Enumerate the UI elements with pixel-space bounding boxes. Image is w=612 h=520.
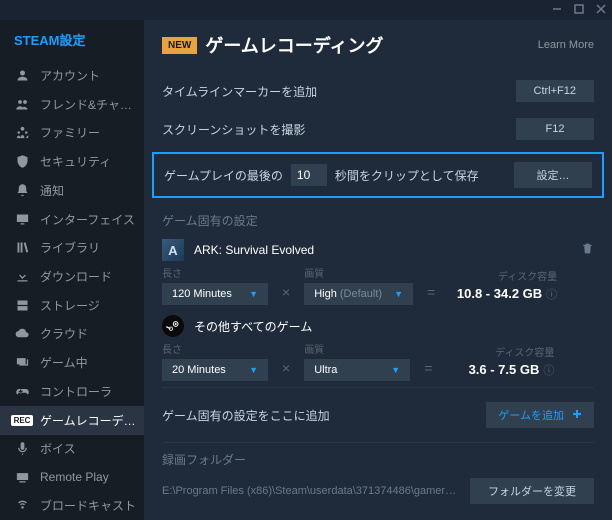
- sidebar: STEAM設定 アカウント フレンド&チャ… ファミリー セキュリティ 通知 イ…: [0, 20, 144, 520]
- rec-icon: REC: [14, 412, 30, 428]
- game-specific-title: ゲーム固有の設定: [162, 212, 594, 229]
- game-row-ark: A ARK: Survival Evolved 長さ 120 Minutes▼ …: [162, 239, 594, 305]
- ark-length-dropdown[interactable]: 120 Minutes▼: [162, 283, 268, 305]
- chevron-down-icon: ▼: [249, 365, 258, 375]
- clip-pre-label: ゲームプレイの最後の: [164, 167, 283, 184]
- length-label: 長さ: [162, 265, 268, 280]
- game-name: ARK: Survival Evolved: [194, 243, 571, 257]
- equals-icon: =: [424, 346, 432, 376]
- sidebar-item-security[interactable]: セキュリティ: [0, 147, 144, 176]
- ark-disk-value: 10.8 - 34.2 GB: [457, 286, 542, 301]
- library-icon: [14, 240, 30, 256]
- game-row-others: その他すべてのゲーム 長さ 20 Minutes▼ × 画質 Ultra▼ = …: [162, 315, 594, 381]
- sidebar-item-friends[interactable]: フレンド&チャ…: [0, 90, 144, 119]
- add-game-label: ゲーム固有の設定をここに追加: [162, 407, 330, 424]
- learn-more-link[interactable]: Learn More: [538, 39, 594, 51]
- chevron-down-icon: ▼: [391, 365, 400, 375]
- sidebar-item-cloud[interactable]: クラウド: [0, 320, 144, 349]
- screenshot-row: スクリーンショットを撮影 F12: [162, 110, 594, 148]
- sidebar-item-account[interactable]: アカウント: [0, 61, 144, 90]
- quality-label: 画質: [304, 341, 410, 356]
- sidebar-item-voice[interactable]: ボイス: [0, 435, 144, 464]
- delete-game-button[interactable]: [581, 242, 594, 258]
- sidebar-item-library[interactable]: ライブラリ: [0, 233, 144, 262]
- user-icon: [14, 67, 30, 83]
- sidebar-item-downloads[interactable]: ダウンロード: [0, 262, 144, 291]
- length-label: 長さ: [162, 341, 268, 356]
- mic-icon: [14, 441, 30, 457]
- new-badge: NEW: [162, 37, 197, 54]
- family-icon: [14, 125, 30, 141]
- chevron-down-icon: ▼: [394, 289, 403, 299]
- app-title: STEAM設定: [0, 24, 144, 61]
- cloud-icon: [14, 326, 30, 342]
- bell-icon: [14, 182, 30, 198]
- clip-settings-button[interactable]: 設定…: [514, 162, 592, 188]
- divider: [162, 387, 594, 388]
- quality-label: 画質: [304, 265, 413, 280]
- ark-quality-dropdown[interactable]: High (Default)▼: [304, 283, 413, 305]
- others-disk-value: 3.6 - 7.5 GB: [469, 362, 540, 377]
- timeline-marker-hotkey[interactable]: Ctrl+F12: [516, 80, 595, 102]
- ark-logo-icon: A: [162, 239, 184, 261]
- clip-post-label: 秒間をクリップとして保存: [335, 167, 479, 184]
- sidebar-item-storage[interactable]: ストレージ: [0, 291, 144, 320]
- friends-icon: [14, 96, 30, 112]
- sidebar-item-broadcast[interactable]: ブロードキャスト: [0, 491, 144, 520]
- sidebar-item-controller[interactable]: コントローラ: [0, 377, 144, 406]
- info-icon[interactable]: ⓘ: [543, 365, 554, 377]
- sidebar-item-interface[interactable]: インターフェイス: [0, 205, 144, 234]
- chevron-down-icon: ▼: [249, 289, 258, 299]
- sidebar-item-family[interactable]: ファミリー: [0, 118, 144, 147]
- sidebar-item-remoteplay[interactable]: Remote Play: [0, 463, 144, 491]
- close-button[interactable]: [596, 4, 606, 17]
- screenshot-hotkey[interactable]: F12: [516, 118, 594, 140]
- shield-icon: [14, 154, 30, 170]
- info-icon[interactable]: ⓘ: [546, 289, 557, 301]
- multiply-icon: ×: [282, 270, 290, 300]
- maximize-button[interactable]: [574, 4, 584, 17]
- remote-icon: [14, 469, 30, 485]
- sidebar-item-notifications[interactable]: 通知: [0, 176, 144, 205]
- multiply-icon: ×: [282, 346, 290, 376]
- add-game-button[interactable]: ゲームを追加: [486, 402, 594, 428]
- sidebar-item-recording[interactable]: RECゲームレコーデ…: [0, 406, 144, 435]
- divider: [162, 442, 594, 443]
- folder-title: 録画フォルダー: [162, 451, 594, 468]
- game-name: その他すべてのゲーム: [194, 318, 594, 335]
- disk-label: ディスク容量: [449, 268, 557, 283]
- equals-icon: =: [427, 270, 435, 300]
- steam-logo-icon: [162, 315, 184, 337]
- controller-icon: [14, 383, 30, 399]
- broadcast-icon: [14, 498, 30, 514]
- window-controls: [0, 0, 612, 20]
- sidebar-item-ingame[interactable]: ゲーム中: [0, 348, 144, 377]
- page-title: ゲームレコーディング: [205, 32, 529, 58]
- minimize-button[interactable]: [552, 4, 562, 17]
- download-icon: [14, 269, 30, 285]
- monitor-icon: [14, 211, 30, 227]
- folder-path: E:\Program Files (x86)\Steam\userdata\37…: [162, 485, 460, 497]
- timeline-marker-label: タイムラインマーカーを追加: [162, 83, 317, 100]
- main-content: NEW ゲームレコーディング Learn More タイムラインマーカーを追加 …: [144, 20, 612, 520]
- overlay-icon: [14, 355, 30, 371]
- timeline-marker-row: タイムラインマーカーを追加 Ctrl+F12: [162, 72, 594, 110]
- change-folder-button[interactable]: フォルダーを変更: [470, 478, 594, 504]
- disk-label: ディスク容量: [446, 344, 554, 359]
- others-length-dropdown[interactable]: 20 Minutes▼: [162, 359, 268, 381]
- storage-icon: [14, 297, 30, 313]
- others-quality-dropdown[interactable]: Ultra▼: [304, 359, 410, 381]
- clip-save-row: ゲームプレイの最後の 秒間をクリップとして保存 設定…: [152, 152, 604, 198]
- clip-seconds-input[interactable]: [291, 164, 327, 186]
- screenshot-label: スクリーンショットを撮影: [162, 121, 305, 138]
- plus-icon: [572, 409, 582, 422]
